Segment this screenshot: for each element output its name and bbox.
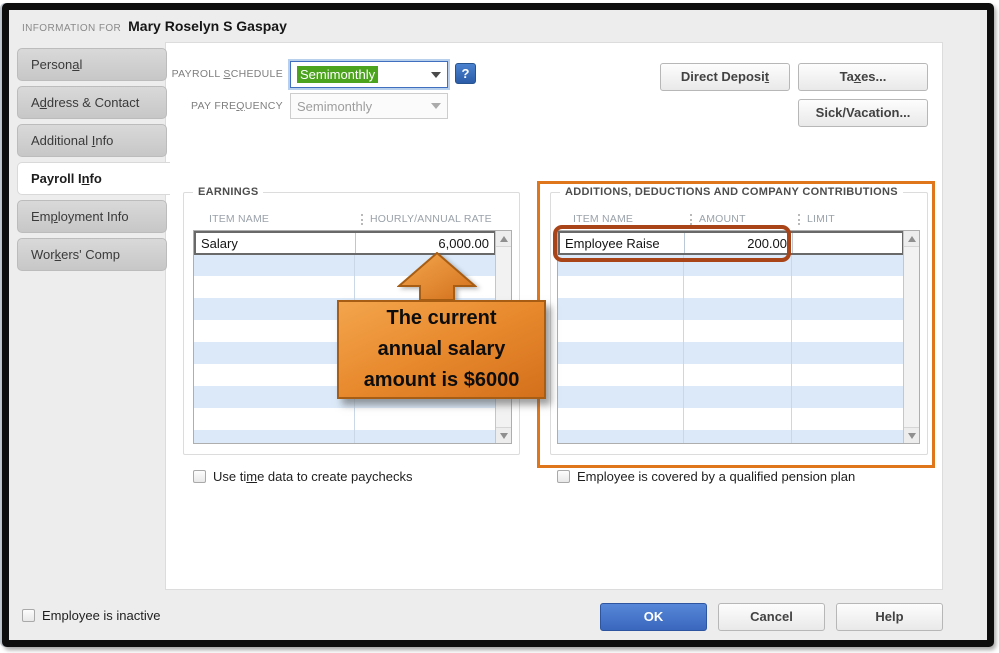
column-header: LIMIT	[807, 213, 835, 225]
information-for-label: INFORMATION FOR	[22, 23, 122, 34]
tab-workers-comp[interactable]: Workers' Comp	[17, 238, 167, 271]
column-separator-icon	[690, 213, 692, 225]
earnings-title: EARNINGS	[193, 186, 264, 198]
pay-frequency-value: Semimonthly	[297, 98, 373, 114]
dialog-frame: INFORMATION FOR Mary Roselyn S Gaspay Pe…	[2, 3, 994, 647]
additions-scrollbar[interactable]	[903, 231, 919, 443]
pay-frequency-select: Semimonthly	[290, 93, 448, 119]
tab-payroll-info[interactable]: Payroll Info	[17, 162, 170, 195]
column-header: ITEM NAME	[573, 213, 634, 225]
additions-table: ITEM NAME AMOUNT LIMIT Employee Raise 20…	[557, 208, 920, 444]
chevron-down-icon	[431, 103, 441, 109]
column-header: ITEM NAME	[209, 213, 270, 225]
payroll-schedule-select[interactable]: Semimonthly	[290, 61, 448, 88]
checkbox-icon	[557, 470, 570, 483]
column-divider	[791, 254, 792, 443]
payroll-schedule-value: Semimonthly	[297, 66, 379, 83]
amount-cell[interactable]: 200.00	[684, 233, 792, 253]
limit-cell[interactable]	[792, 233, 902, 253]
scroll-up-icon[interactable]	[496, 231, 511, 247]
empty-rows	[558, 254, 903, 443]
employee-name: Mary Roselyn S Gaspay	[128, 18, 287, 34]
tab-additional-info[interactable]: Additional Info	[17, 124, 167, 157]
earnings-header: ITEM NAME HOURLY/ANNUAL RATE	[193, 208, 512, 230]
help-button[interactable]: Help	[836, 603, 943, 631]
column-divider	[683, 254, 684, 443]
chevron-down-icon	[431, 71, 441, 78]
header: INFORMATION FOR Mary Roselyn S Gaspay	[22, 18, 287, 34]
callout-arrow-icon	[397, 252, 477, 300]
checkbox-icon	[22, 609, 35, 622]
item-name-cell[interactable]: Salary	[196, 233, 355, 253]
tab-employment-info[interactable]: Employment Info	[17, 200, 167, 233]
use-time-data-checkbox[interactable]: Use time data to create paychecks	[193, 469, 412, 484]
scroll-down-icon[interactable]	[496, 427, 511, 443]
callout-text: The current annual salary amount is $600…	[363, 307, 520, 391]
sick-vacation-button[interactable]: Sick/Vacation...	[798, 99, 928, 127]
scroll-up-icon[interactable]	[904, 231, 919, 247]
callout-box: The current annual salary amount is $600…	[337, 300, 546, 399]
additions-header: ITEM NAME AMOUNT LIMIT	[557, 208, 920, 230]
cancel-button[interactable]: Cancel	[718, 603, 825, 631]
rate-cell[interactable]: 6,000.00	[355, 233, 494, 253]
pension-plan-checkbox[interactable]: Employee is covered by a qualified pensi…	[557, 469, 855, 484]
additions-grid: Employee Raise 200.00	[557, 230, 920, 444]
taxes-button[interactable]: Taxes...	[798, 63, 928, 91]
tab-address-contact[interactable]: Address & Contact	[17, 86, 167, 119]
column-header: HOURLY/ANNUAL RATE	[370, 213, 492, 225]
direct-deposit-button[interactable]: Direct Deposit	[660, 63, 790, 91]
column-separator-icon	[798, 213, 800, 225]
employee-inactive-checkbox[interactable]: Employee is inactive	[22, 608, 161, 623]
additions-title: ADDITIONS, DEDUCTIONS AND COMPANY CONTRI…	[560, 186, 903, 198]
help-icon-button[interactable]: ?	[455, 63, 476, 84]
checkbox-icon	[193, 470, 206, 483]
table-row[interactable]: Employee Raise 200.00	[558, 231, 904, 255]
tab-personal[interactable]: Personal	[17, 48, 167, 81]
column-header: AMOUNT	[699, 213, 746, 225]
question-mark-icon: ?	[461, 66, 470, 81]
item-name-cell[interactable]: Employee Raise	[560, 233, 684, 253]
ok-button[interactable]: OK	[600, 603, 707, 631]
scroll-down-icon[interactable]	[904, 427, 919, 443]
column-separator-icon	[361, 213, 363, 225]
